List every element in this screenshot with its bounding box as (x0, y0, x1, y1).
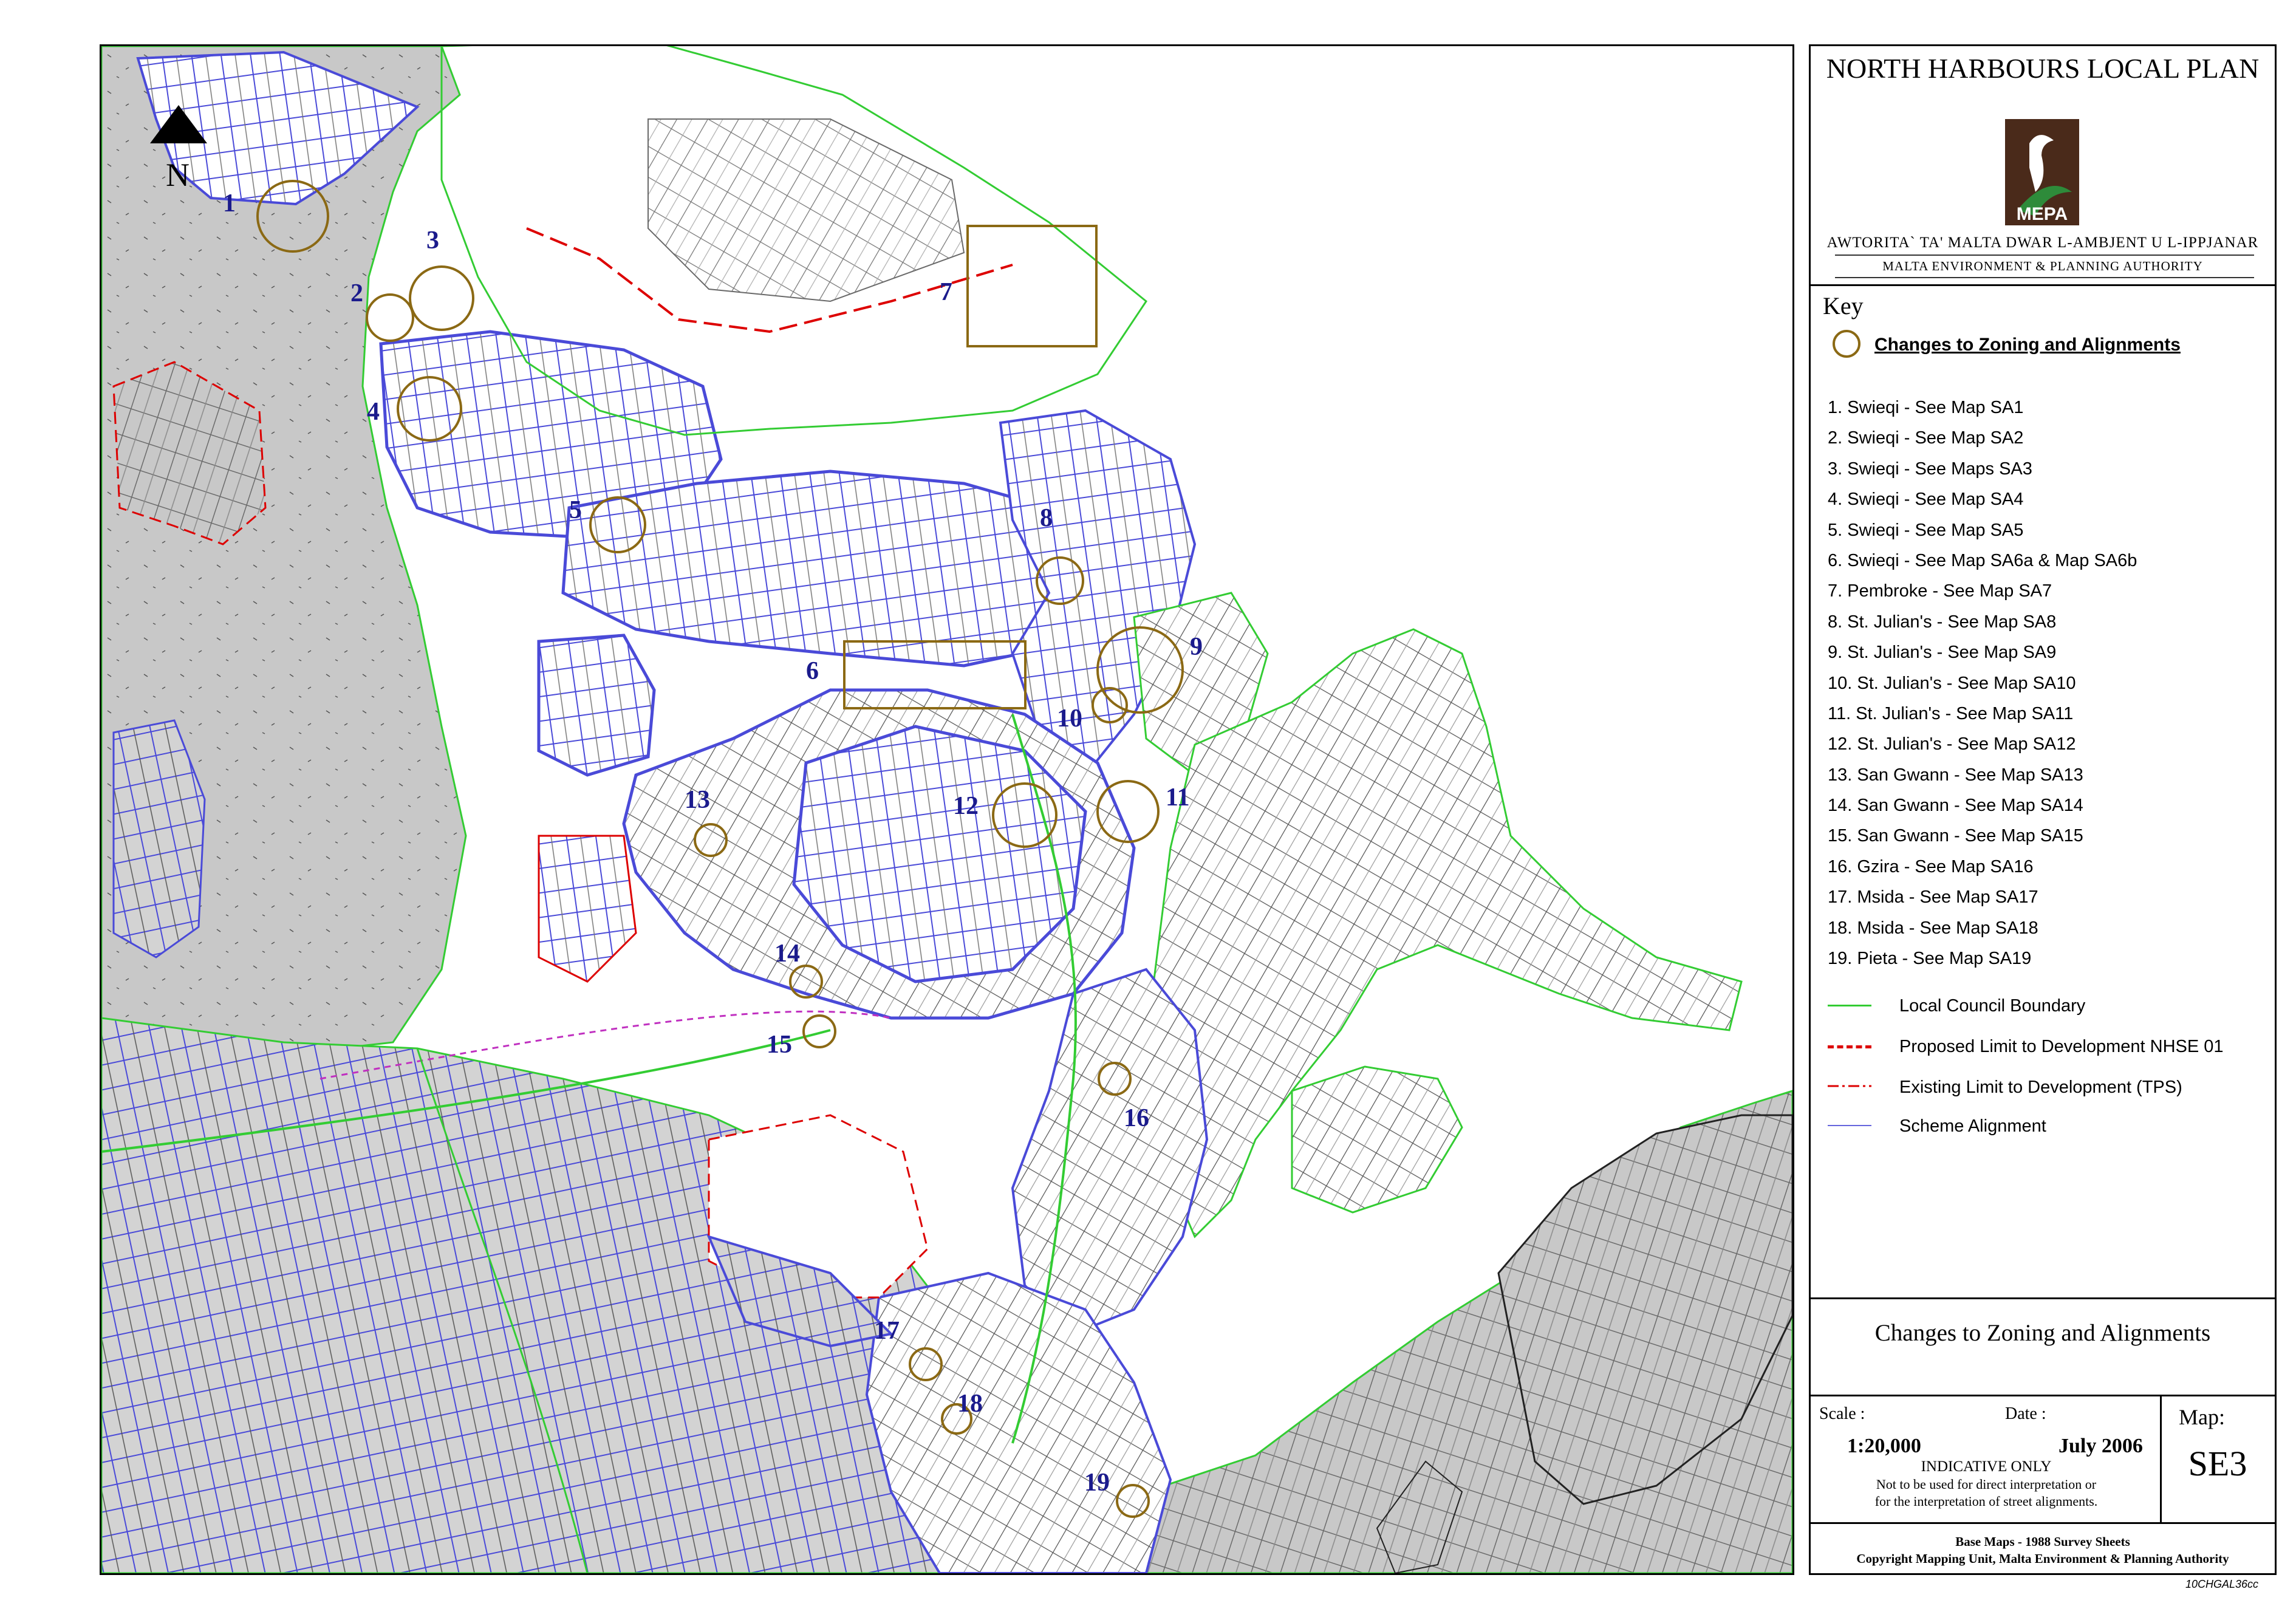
area-label-19: 19 (1084, 1469, 1110, 1497)
list-item: 6. Swieqi - See Map SA6a & Map SA6b (1828, 550, 2137, 570)
area-label-8: 8 (1040, 504, 1053, 532)
panel-divider (1811, 284, 2275, 286)
list-item: 16. Gzira - See Map SA16 (1828, 856, 2034, 876)
map-number-label: Map: (2179, 1405, 2225, 1429)
area-label-12: 12 (953, 792, 979, 820)
area-label-17: 17 (874, 1317, 900, 1345)
change-marker-icon (1833, 330, 1860, 358)
list-item: 18. Msida - See Map SA18 (1828, 918, 2038, 938)
council-boundary-line-icon (1828, 1005, 1871, 1006)
panel-divider (1811, 1297, 2275, 1299)
sheet-title: Changes to Zoning and Alignments (1874, 1320, 2211, 1346)
area-label-16: 16 (1124, 1104, 1149, 1132)
authority-name-english: MALTA ENVIRONMENT & PLANNING AUTHORITY (1882, 259, 2203, 273)
list-item: 13. San Gwann - See Map SA13 (1828, 765, 2083, 785)
list-item: 8. St. Julian's - See Map SA8 (1828, 612, 2057, 632)
scale-label: Scale : (1819, 1404, 1865, 1423)
tigne-point (1291, 1065, 1463, 1214)
list-item: 12. St. Julian's - See Map SA12 (1828, 734, 2076, 754)
area-label-11: 11 (1166, 784, 1190, 812)
scheme-alignment-line-icon (1828, 1125, 1871, 1126)
list-item: 3. Swieqi - See Maps SA3 (1828, 459, 2032, 479)
legend-label: Existing Limit to Development (TPS) (1899, 1078, 2182, 1097)
area-label-4: 4 (367, 398, 380, 426)
copyright-note: Copyright Mapping Unit, Malta Environmen… (1856, 1551, 2229, 1566)
title-block-panel: NORTH HARBOURS LOCAL PLAN MEPA AWTORITA`… (1809, 44, 2277, 1575)
area-label-13: 13 (685, 786, 710, 814)
list-item: 19. Pieta - See Map SA19 (1828, 949, 2032, 969)
area-label-5: 5 (569, 496, 582, 524)
key-heading: Changes to Zoning and Alignments (1874, 335, 2181, 355)
san-gwann-west (538, 835, 637, 983)
existing-limit-line-icon (1828, 1085, 1871, 1087)
map-frame[interactable]: 1 2 3 4 5 6 7 8 9 10 11 12 13 14 15 16 1… (100, 44, 1794, 1575)
list-item: 9. St. Julian's - See Map SA9 (1828, 643, 2057, 663)
area-label-3: 3 (426, 227, 439, 255)
date-label: Date : (2005, 1404, 2046, 1423)
svg-text:MEPA: MEPA (2017, 204, 2068, 224)
area-label-18: 18 (957, 1390, 983, 1418)
area-list: 1. Swieqi - See Map SA1 2. Swieqi - See … (1828, 392, 2137, 974)
map-canvas[interactable]: 1 2 3 4 5 6 7 8 9 10 11 12 13 14 15 16 1… (101, 46, 1792, 1573)
marker-3 (409, 265, 474, 331)
list-item: 15. San Gwann - See Map SA15 (1828, 826, 2083, 846)
list-item: 10. St. Julian's - See Map SA10 (1828, 673, 2076, 693)
list-item: 7. Pembroke - See Map SA7 (1828, 581, 2052, 601)
authority-rule (1835, 255, 2254, 256)
authority-rule (1835, 277, 2254, 278)
panel-vertical-divider (2160, 1395, 2162, 1522)
mepa-logo-icon: MEPA (2005, 119, 2079, 225)
disclaimer-line: Not to be used for direct interpretation… (1876, 1477, 2097, 1492)
area-label-1: 1 (223, 190, 236, 217)
list-item: 11. St. Julian's - See Map SA11 (1828, 703, 2074, 723)
map-number-value: SE3 (2188, 1444, 2247, 1483)
panel-divider (1811, 1522, 2275, 1524)
date-value: July 2006 (2059, 1435, 2143, 1457)
legend-label: Proposed Limit to Development NHSE 01 (1899, 1037, 2224, 1056)
area-label-2: 2 (350, 279, 363, 307)
pembroke-grounds (647, 118, 965, 302)
north-label: N (166, 157, 190, 193)
list-item: 5. Swieqi - See Map SA5 (1828, 520, 2024, 540)
list-item: 1. Swieqi - See Map SA1 (1828, 398, 2024, 417)
indicative-notice: INDICATIVE ONLY (1921, 1458, 2052, 1475)
key-title: Key (1823, 292, 1864, 319)
legend-label: Scheme Alignment (1899, 1116, 2046, 1136)
panel-divider (1811, 1395, 2275, 1396)
proposed-limit-line-icon (1828, 1045, 1871, 1048)
swieqi-central-band (561, 470, 1051, 668)
legend-label: Local Council Boundary (1899, 996, 2086, 1016)
basemaps-note: Base Maps - 1988 Survey Sheets (1955, 1534, 2130, 1549)
area-label-6: 6 (806, 657, 819, 685)
disclaimer-line: for the interpretation of street alignme… (1874, 1494, 2098, 1509)
area-label-9: 9 (1190, 633, 1203, 661)
area-label-14: 14 (774, 940, 800, 968)
marker-2 (366, 293, 414, 342)
drawing-reference: 10CHGAL36cc (2185, 1578, 2259, 1590)
scale-value: 1:20,000 (1847, 1435, 1921, 1457)
list-item: 2. Swieqi - See Map SA2 (1828, 428, 2024, 448)
list-item: 4. Swieqi - See Map SA4 (1828, 490, 2024, 510)
area-label-7: 7 (940, 278, 952, 306)
area-label-15: 15 (767, 1031, 792, 1059)
area-label-10: 10 (1057, 705, 1082, 733)
plan-title: NORTH HARBOURS LOCAL PLAN (1826, 53, 2260, 84)
list-item: 14. San Gwann - See Map SA14 (1828, 796, 2083, 816)
authority-name-maltese: AWTORITA` TA' MALTA DWAR L-AMBJENT U L-I… (1826, 234, 2259, 251)
swieqi-south-estate (537, 634, 656, 777)
list-item: 17. Msida - See Map SA17 (1828, 887, 2038, 907)
gzira (1011, 968, 1209, 1336)
